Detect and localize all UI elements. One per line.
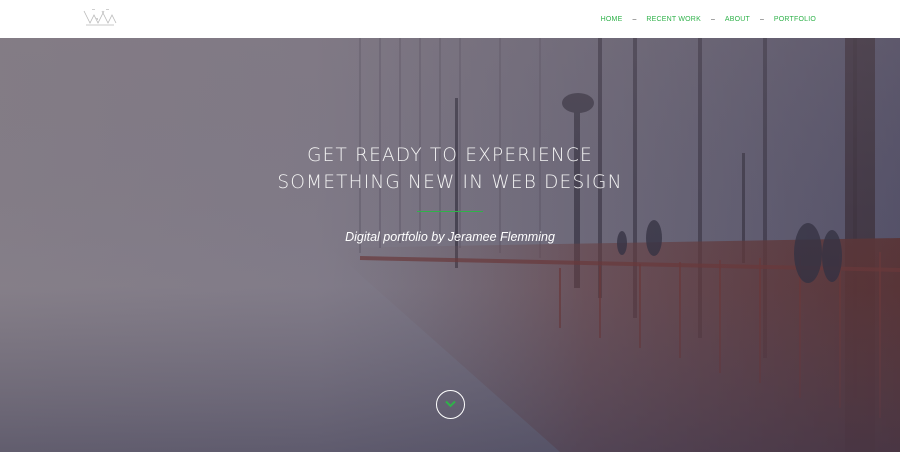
nav-separator: –	[710, 15, 715, 23]
nav-portfolio[interactable]: PORTFOLIO	[774, 16, 816, 23]
hero-title: GET READY TO EXPERIENCE SOMETHING NEW IN…	[0, 142, 900, 196]
chevron-down-icon	[445, 400, 456, 408]
hero-section: GET READY TO EXPERIENCE SOMETHING NEW IN…	[0, 38, 900, 452]
nav-recent-work[interactable]: RECENT WORK	[646, 16, 701, 23]
nav-separator: –	[632, 15, 637, 23]
nav-separator: –	[759, 15, 764, 23]
hero-title-line-1: GET READY TO EXPERIENCE	[307, 145, 593, 166]
site-logo[interactable]	[82, 8, 118, 28]
hero-title-line-2: SOMETHING NEW IN WEB DESIGN	[277, 172, 623, 193]
hero-divider	[417, 211, 483, 212]
nav-home[interactable]: HOME	[601, 16, 623, 23]
hero-subtitle: Digital portfolio by Jeramee Flemming	[345, 230, 555, 244]
nav-about[interactable]: ABOUT	[725, 16, 750, 23]
main-nav: HOME – RECENT WORK – ABOUT – PORTFOLIO	[601, 0, 816, 38]
site-header: HOME – RECENT WORK – ABOUT – PORTFOLIO	[0, 0, 900, 38]
scroll-down-button[interactable]	[436, 390, 465, 419]
logo-graphic	[83, 9, 117, 26]
